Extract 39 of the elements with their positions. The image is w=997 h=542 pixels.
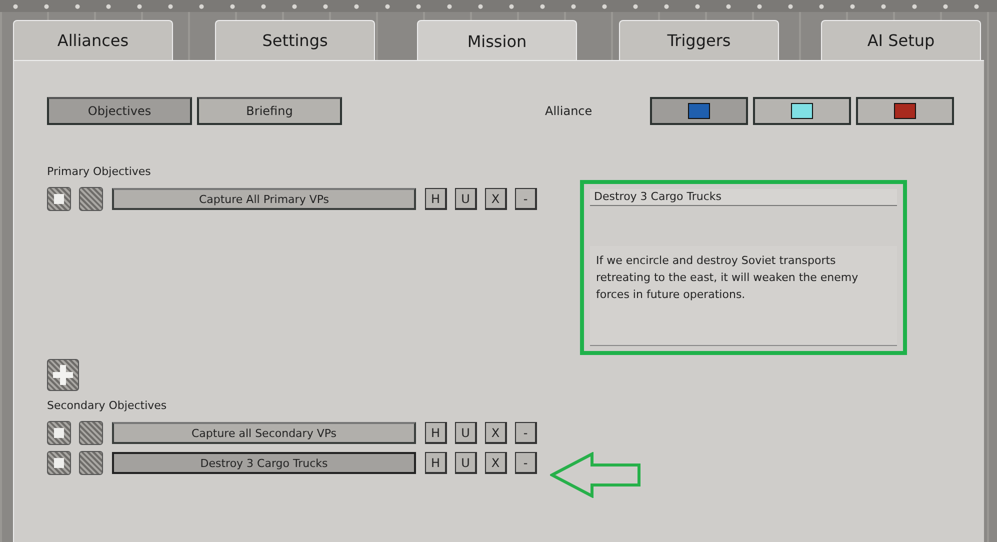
action-button[interactable]: U — [455, 422, 477, 444]
section-heading: Primary Objectives — [47, 165, 152, 178]
action-button[interactable]: H — [425, 452, 447, 474]
checkbox[interactable] — [47, 421, 71, 445]
alliance-button[interactable] — [856, 97, 954, 125]
action-button[interactable]: X — [485, 452, 507, 474]
section-heading: Secondary Objectives — [47, 399, 168, 412]
action-button[interactable]: H — [425, 422, 447, 444]
action-button[interactable]: U — [455, 188, 477, 210]
action-button[interactable]: X — [485, 422, 507, 444]
add-button[interactable] — [47, 359, 79, 391]
action-button[interactable]: X — [485, 188, 507, 210]
action-button[interactable]: H — [425, 188, 447, 210]
description-field[interactable]: If we encircle and destroy Soviet transports retreating to the east, it will weaken the enemy forces in future operations. — [590, 246, 897, 346]
checkbox[interactable] — [47, 187, 71, 211]
view-button[interactable]: Objectives — [47, 97, 192, 125]
tab[interactable]: Settings — [215, 20, 375, 60]
arrow-icon — [550, 452, 642, 498]
metal-button[interactable] — [79, 451, 103, 475]
metal-button[interactable] — [79, 187, 103, 211]
action-button[interactable]: - — [515, 452, 537, 474]
alliance-button[interactable] — [650, 97, 748, 125]
objective-button[interactable]: Destroy 3 Cargo Trucks — [112, 452, 416, 474]
action-button[interactable]: - — [515, 188, 537, 210]
tab[interactable]: AI Setup — [821, 20, 981, 60]
action-button[interactable]: U — [455, 452, 477, 474]
tab[interactable]: Alliances — [13, 20, 173, 60]
alliance-label: Alliance — [545, 104, 592, 118]
action-button[interactable]: - — [515, 422, 537, 444]
objective-button[interactable]: Capture All Primary VPs — [112, 188, 416, 210]
metal-button[interactable] — [79, 421, 103, 445]
objective-title-field[interactable]: Destroy 3 Cargo Trucks — [590, 189, 897, 206]
objective-button[interactable]: Capture all Secondary VPs — [112, 422, 416, 444]
view-button[interactable]: Briefing — [197, 97, 342, 125]
tab[interactable]: Mission — [417, 20, 577, 61]
tab[interactable]: Triggers — [619, 20, 779, 60]
checkbox[interactable] — [47, 451, 71, 475]
plus-icon — [52, 364, 74, 386]
alliance-button[interactable] — [753, 97, 851, 125]
